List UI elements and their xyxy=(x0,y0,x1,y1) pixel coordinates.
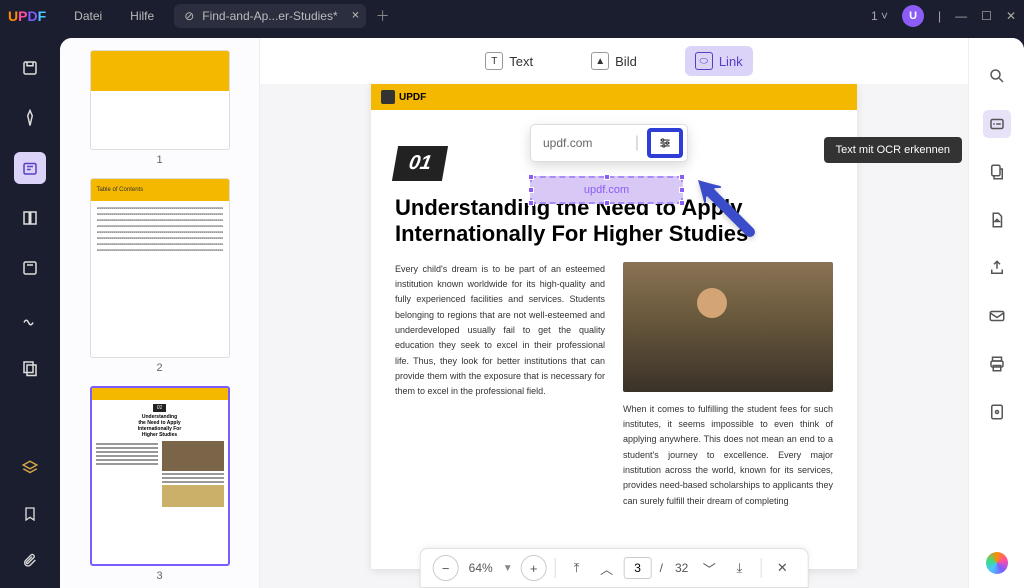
link-settings-button[interactable] xyxy=(647,128,683,158)
last-page-button[interactable]: ⤓ xyxy=(726,555,752,581)
close-nav-button[interactable]: ✕ xyxy=(769,555,795,581)
link-tool[interactable]: ⬭ Link xyxy=(685,46,753,76)
tab-title: Find-and-Ap...er-Studies* xyxy=(202,9,337,23)
link-url-input[interactable] xyxy=(543,136,627,150)
link-icon: ⬭ xyxy=(695,52,713,70)
search-icon[interactable] xyxy=(983,62,1011,90)
menu-file[interactable]: Datei xyxy=(74,9,102,23)
crop-icon[interactable] xyxy=(983,158,1011,186)
zoom-level[interactable]: 64% xyxy=(463,561,499,575)
first-page-button[interactable]: ⤒ xyxy=(564,555,590,581)
page-number-input[interactable] xyxy=(624,557,652,579)
mail-icon[interactable] xyxy=(983,302,1011,330)
zoom-out-button[interactable]: − xyxy=(433,555,459,581)
thumbnail-1[interactable]: 1 xyxy=(72,50,247,166)
divider: | xyxy=(938,9,941,23)
compress-icon[interactable] xyxy=(983,398,1011,426)
signature-tool-icon[interactable] xyxy=(14,302,46,334)
brand-logo-icon[interactable] xyxy=(986,552,1008,574)
ocr-tooltip: Text mit OCR erkennen xyxy=(824,137,962,163)
tab-close-button[interactable]: ✕ xyxy=(351,11,359,22)
text-icon: T xyxy=(485,52,503,70)
page-separator: / xyxy=(656,561,667,575)
attachment-icon[interactable] xyxy=(14,544,46,576)
zoom-dropdown-icon[interactable]: ▼ xyxy=(503,563,513,574)
zoom-in-button[interactable]: + xyxy=(521,555,547,581)
image-tool[interactable]: ▲ Bild xyxy=(581,46,647,76)
new-tab-button[interactable]: ＋ xyxy=(376,6,390,26)
organize-tool-icon[interactable] xyxy=(14,202,46,234)
minimize-button[interactable]: — xyxy=(955,9,967,23)
link-url-popup: | xyxy=(530,124,688,162)
divider: | xyxy=(635,134,639,152)
body-column-1: Every child's dream is to be part of an … xyxy=(395,262,605,509)
tab-no-preview-icon: ⊘ xyxy=(184,9,194,23)
prev-page-button[interactable]: ︿ xyxy=(594,555,620,581)
page-total: 32 xyxy=(671,561,692,575)
export-icon[interactable] xyxy=(983,206,1011,234)
article-photo xyxy=(623,262,833,392)
thumbnail-2[interactable]: Table of Contents 2 xyxy=(72,178,247,374)
brand-label: UPDF xyxy=(399,92,426,103)
text-tool[interactable]: T Text xyxy=(475,46,543,76)
layers-icon[interactable] xyxy=(14,452,46,484)
image-icon: ▲ xyxy=(591,52,609,70)
form-tool-icon[interactable] xyxy=(14,252,46,284)
brand-icon xyxy=(381,90,395,104)
page-nav-bar: − 64% ▼ + ⤒ ︿ / 32 ﹀ ⤓ ✕ xyxy=(420,548,809,588)
chapter-number: 01 xyxy=(392,146,448,181)
menu-help[interactable]: Hilfe xyxy=(130,9,154,23)
callout-arrow xyxy=(690,172,760,242)
bookmark-icon[interactable] xyxy=(14,498,46,530)
print-icon[interactable] xyxy=(983,350,1011,378)
thumbnail-3[interactable]: 01 Understandingthe Need to ApplyInterna… xyxy=(72,386,247,582)
save-icon[interactable] xyxy=(14,52,46,84)
version-label[interactable]: 1 ˅ xyxy=(871,9,888,23)
ocr-icon[interactable] xyxy=(983,110,1011,138)
app-logo: UPDF xyxy=(8,8,46,24)
edit-tool-icon[interactable] xyxy=(14,152,46,184)
pen-tool-icon[interactable] xyxy=(14,102,46,134)
redact-tool-icon[interactable] xyxy=(14,352,46,384)
user-avatar[interactable]: U xyxy=(902,5,924,27)
next-page-button[interactable]: ﹀ xyxy=(696,555,722,581)
link-selection-box[interactable]: updf.com xyxy=(530,176,683,204)
thumbnail-panel: 1 Table of Contents 2 01 Understa xyxy=(60,38,260,588)
document-tab[interactable]: ⊘ Find-and-Ap...er-Studies* ✕ xyxy=(174,4,365,28)
close-button[interactable]: ✕ xyxy=(1006,9,1016,23)
share-icon[interactable] xyxy=(983,254,1011,282)
maximize-button[interactable]: ☐ xyxy=(981,9,992,23)
sliders-icon xyxy=(657,136,673,150)
body-column-2: When it comes to fulfilling the student … xyxy=(623,402,833,509)
